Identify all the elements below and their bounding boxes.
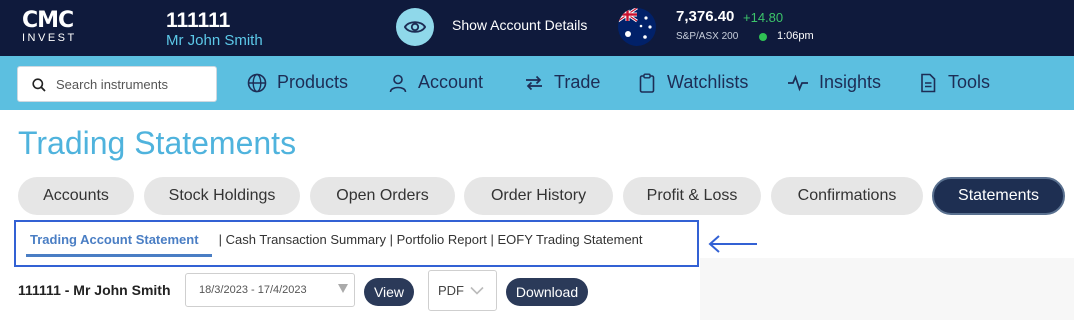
date-range-value: 18/3/2023 - 17/4/2023 [199,284,307,296]
eye-icon [404,21,426,33]
nav-item-trade[interactable]: Trade [524,72,600,93]
nav-item-label: Account [418,72,484,92]
show-account-details-label[interactable]: Show Account Details [452,17,587,33]
index-name: S&P/ASX 200 [676,31,739,42]
statement-account-label: 111111 - Mr John Smith [18,282,171,298]
index-time: 1:06pm [777,30,814,42]
user-icon [389,74,407,92]
show-account-details-button[interactable] [396,8,434,46]
pulse-icon [788,74,808,91]
australia-flag-icon [618,8,656,46]
subtab-other-statements[interactable]: | Cash Transaction Summary | Portfolio R… [215,232,643,247]
page-title: Trading Statements [18,125,297,161]
document-icon [921,73,936,92]
nav-item-insights[interactable]: Insights [787,72,881,93]
nav-item-label: Products [277,72,349,92]
chevron-down-icon [470,286,484,295]
index-value: 7,376.40 [676,8,735,25]
arrow-left-icon [708,235,757,253]
search-icon [32,78,46,92]
top-bar: CMC INVEST 111111 Mr John Smith Show Acc… [0,0,1074,56]
tab-accounts[interactable]: Accounts [18,177,134,215]
nav-item-watchlists[interactable]: Watchlists [637,72,748,93]
nav-item-label: Tools [948,72,991,92]
nav-item-label: Watchlists [667,72,749,92]
market-open-indicator [759,33,767,41]
date-range-select[interactable]: 18/3/2023 - 17/4/2023 [185,273,355,307]
format-value: PDF [438,283,464,298]
tab-profit-loss[interactable]: Profit & Loss [623,177,761,215]
subtab-trading-account-statement[interactable]: Trading Account Statement [30,232,199,247]
tab-open-orders[interactable]: Open Orders [310,177,455,215]
nav-item-tools[interactable]: Tools [918,72,990,93]
tab-statements[interactable]: Statements [932,177,1065,215]
nav-item-products[interactable]: Products [247,72,348,93]
nav-item-label: Trade [554,72,601,92]
logo-text: CMC [22,8,74,33]
clipboard-icon [639,73,655,93]
account-holder-name: Mr John Smith [166,32,263,49]
background-panel [700,258,1074,320]
active-subtab-underline [26,254,212,257]
search-input[interactable] [56,67,212,101]
index-change: +14.80 [743,10,784,25]
format-select[interactable]: PDF [428,270,497,311]
globe-icon [247,73,267,92]
account-number: 111111 [166,9,231,32]
statement-type-subtabs: Trading Account Statement | Cash Transac… [14,220,699,267]
nav-item-account[interactable]: Account [388,72,483,93]
main-nav-bar: Products Account Trade Watchlists Insigh… [0,56,1074,110]
dropdown-caret-icon [338,284,348,293]
tab-order-history[interactable]: Order History [464,177,613,215]
cmc-invest-logo[interactable]: CMC INVEST [18,8,88,48]
nav-item-label: Insights [819,72,882,92]
swap-arrows-icon [526,75,542,90]
search-box[interactable] [17,66,217,102]
view-button[interactable]: View [364,278,414,306]
tab-confirmations[interactable]: Confirmations [771,177,923,215]
logo-subtext: INVEST [22,32,77,44]
download-button[interactable]: Download [506,278,588,306]
tab-stock-holdings[interactable]: Stock Holdings [144,177,300,215]
